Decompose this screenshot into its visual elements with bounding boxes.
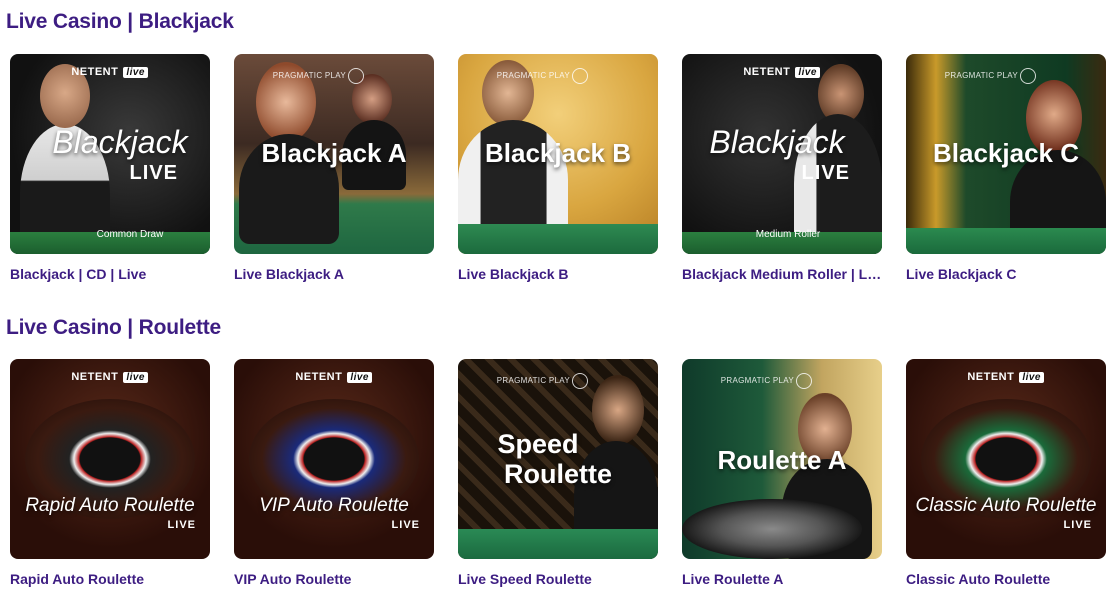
provider-logo: NETENT live [743, 66, 820, 78]
game-thumbnail[interactable]: PRAGMATIC PLAY Speed Roulette [458, 359, 658, 559]
thumb-title: Blackjack [52, 124, 188, 160]
game-tile-blackjack-cd[interactable]: NETENT live Blackjack LIVE Common Draw Bl… [10, 54, 210, 282]
blackjack-games-row: NETENT live Blackjack LIVE Common Draw Bl… [10, 54, 1106, 282]
thumb-title: Blackjack [709, 124, 845, 160]
game-tile-blackjack-c[interactable]: PRAGMATIC PLAY Blackjack C Live Blackjac… [906, 54, 1106, 282]
game-tile-vip-auto-roulette[interactable]: NETENT live VIP Auto Roulette LIVE VIP Au… [234, 359, 434, 587]
section-title-blackjack: Live Casino | Blackjack [6, 10, 234, 33]
table-felt [458, 224, 658, 254]
provider-logo: PRAGMATIC PLAY [497, 68, 588, 84]
table-felt [906, 228, 1106, 254]
thumb-subtitle: Common Draw [96, 229, 164, 240]
section-title-roulette: Live Casino | Roulette [6, 316, 222, 339]
game-tile-rapid-auto-roulette[interactable]: NETENT live Rapid Auto Roulette LIVE Rapi… [10, 359, 210, 587]
thumb-title: Classic Auto Roulette [915, 495, 1097, 516]
game-thumbnail[interactable]: NETENT live Blackjack LIVE Common Draw [10, 54, 210, 254]
table-felt [458, 529, 658, 559]
provider-logo: PRAGMATIC PLAY [721, 373, 812, 389]
game-thumbnail[interactable]: PRAGMATIC PLAY Blackjack A [234, 54, 434, 254]
thumb-title-line2: Roulette [504, 459, 612, 489]
game-thumbnail[interactable]: NETENT live Blackjack LIVE Medium Roller [682, 54, 882, 254]
thumb-live: LIVE [1063, 519, 1092, 531]
game-tile-classic-auto-roulette[interactable]: NETENT live Classic Auto Roulette LIVE Cl… [906, 359, 1106, 587]
thumb-title: Blackjack A [261, 138, 407, 168]
game-tile-roulette-a[interactable]: PRAGMATIC PLAY Roulette A Live Roulette … [682, 359, 882, 587]
game-thumbnail[interactable]: NETENT live Rapid Auto Roulette LIVE [10, 359, 210, 559]
game-title[interactable]: Live Roulette A [682, 571, 882, 587]
thumb-title: Blackjack C [933, 138, 1079, 168]
thumb-title: Blackjack B [485, 138, 631, 168]
game-title[interactable]: Live Speed Roulette [458, 571, 658, 587]
thumb-live: LIVE [167, 519, 196, 531]
provider-logo: PRAGMATIC PLAY [945, 68, 1036, 84]
game-title[interactable]: Blackjack Medium Roller | Live [682, 266, 882, 282]
game-title[interactable]: Rapid Auto Roulette [10, 571, 210, 587]
game-thumbnail[interactable]: NETENT live Classic Auto Roulette LIVE [906, 359, 1106, 559]
game-tile-blackjack-b[interactable]: PRAGMATIC PLAY Blackjack B Live Blackjac… [458, 54, 658, 282]
provider-logo: NETENT live [967, 371, 1044, 383]
game-thumbnail[interactable]: PRAGMATIC PLAY Roulette A [682, 359, 882, 559]
provider-logo: PRAGMATIC PLAY [497, 373, 588, 389]
thumb-title: VIP Auto Roulette [259, 495, 409, 516]
game-title[interactable]: Live Blackjack B [458, 266, 658, 282]
provider-logo: NETENT live [71, 66, 148, 78]
game-tile-blackjack-medium-roller[interactable]: NETENT live Blackjack LIVE Medium Roller … [682, 54, 882, 282]
thumb-subtitle: Medium Roller [755, 229, 821, 240]
game-tile-blackjack-a[interactable]: PRAGMATIC PLAY Blackjack A Live Blackjac… [234, 54, 434, 282]
game-title[interactable]: Live Blackjack C [906, 266, 1106, 282]
game-title[interactable]: Classic Auto Roulette [906, 571, 1106, 587]
thumb-title: Roulette A [717, 445, 847, 475]
thumb-title: Speed [497, 429, 579, 459]
thumb-live: LIVE [391, 519, 420, 531]
roulette-wheel [682, 499, 862, 559]
game-title[interactable]: Live Blackjack A [234, 266, 434, 282]
provider-logo: PRAGMATIC PLAY [273, 68, 364, 84]
game-thumbnail[interactable]: PRAGMATIC PLAY Blackjack B [458, 54, 658, 254]
provider-logo: NETENT live [71, 371, 148, 383]
roulette-games-row: NETENT live Rapid Auto Roulette LIVE Rapi… [10, 359, 1106, 587]
thumb-title: Rapid Auto Roulette [25, 495, 195, 516]
game-thumbnail[interactable]: PRAGMATIC PLAY Blackjack C [906, 54, 1106, 254]
game-thumbnail[interactable]: NETENT live VIP Auto Roulette LIVE [234, 359, 434, 559]
game-title[interactable]: VIP Auto Roulette [234, 571, 434, 587]
game-title[interactable]: Blackjack | CD | Live [10, 266, 210, 282]
thumb-live: LIVE [129, 162, 178, 184]
thumb-live: LIVE [801, 162, 850, 184]
provider-logo: NETENT live [295, 371, 372, 383]
game-tile-speed-roulette[interactable]: PRAGMATIC PLAY Speed Roulette Live Speed… [458, 359, 658, 587]
